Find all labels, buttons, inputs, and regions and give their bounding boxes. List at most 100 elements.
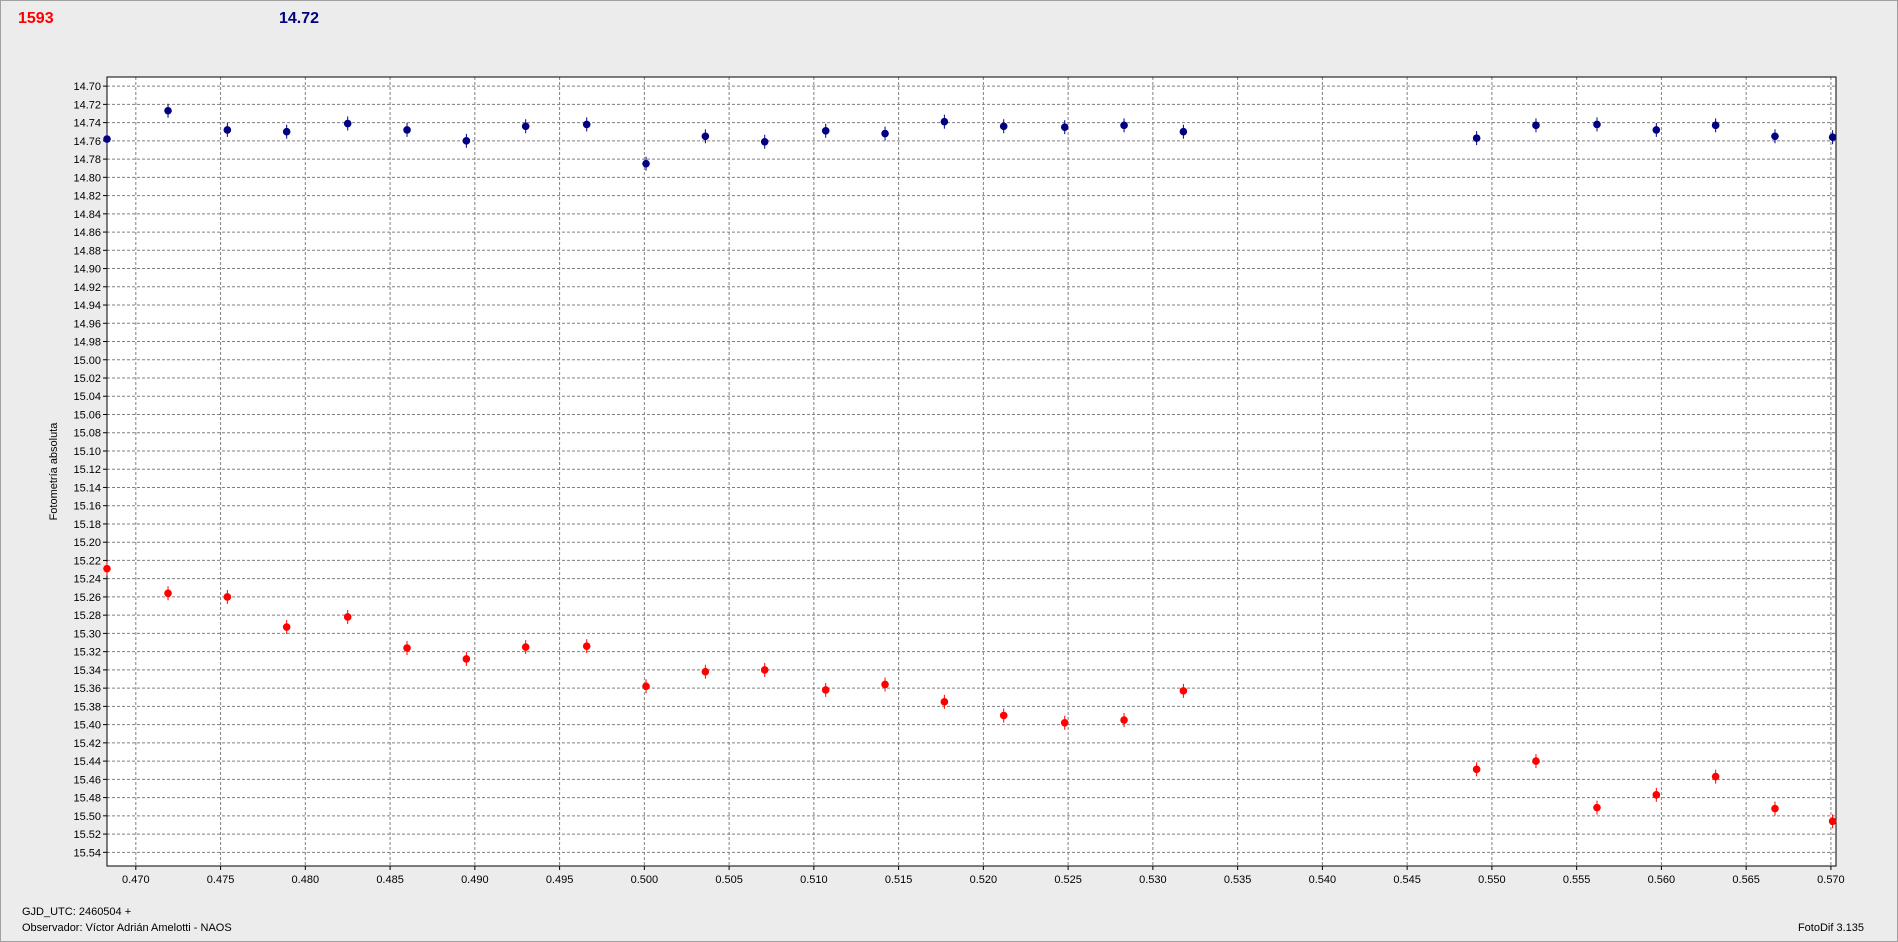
y-tick-label: 14.90 [73,264,101,276]
comparison-star-point [1532,121,1540,130]
y-tick-label: 15.12 [73,464,101,476]
y-tick-label: 15.42 [73,738,101,750]
software-label: FotoDif 3.135 [1797,922,1864,934]
y-tick-label: 15.24 [73,574,101,586]
target-star-point [701,667,710,676]
comparison-star-point [881,129,889,138]
comparison-star-point [1771,132,1779,141]
comparison-star-point [1179,127,1188,136]
y-tick-label: 14.78 [73,154,101,166]
target-star-point [821,686,830,694]
y-tick-label: 15.52 [73,829,101,841]
y-tick-label: 14.86 [73,227,101,239]
comparison-star-point [1472,134,1481,142]
x-tick-label: 0.565 [1732,874,1760,886]
target-star-point [223,593,232,601]
y-tick-label: 14.80 [73,172,101,184]
y-tick-label: 14.70 [73,81,101,93]
y-tick-label: 15.18 [73,519,101,531]
y-tick-label: 15.06 [73,409,101,421]
x-tick-label: 0.490 [461,874,489,886]
target-star-point [1593,803,1601,812]
comparison-star-point [164,106,172,115]
target-star-point [582,642,591,650]
y-tick-label: 15.26 [73,592,101,604]
y-tick-label: 15.16 [73,501,101,513]
y-tick-label: 15.32 [73,647,101,659]
y-tick-label: 15.54 [73,847,101,859]
y-axis-label: Fotometría absoluta [48,422,60,521]
x-tick-label: 0.510 [800,874,828,886]
observer-label: Observador: Víctor Adrián Amelotti - NAO… [22,922,232,934]
comparison-star-point [760,137,769,146]
y-tick-label: 15.30 [73,628,101,640]
target-star-point [103,564,111,573]
y-tick-label: 15.10 [73,446,101,458]
comparison-star-point [1120,121,1128,130]
target-star-point [1532,757,1540,765]
y-tick-label: 15.04 [73,391,101,403]
x-tick-label: 0.570 [1817,874,1845,886]
target-star-point [1711,772,1720,781]
y-tick-label: 15.20 [73,537,101,549]
x-tick-label: 0.485 [376,874,404,886]
y-tick-label: 14.82 [73,191,101,203]
target-star-point [521,643,530,651]
x-tick-label: 0.555 [1563,874,1591,886]
comparison-star-point [582,120,591,129]
target-star-point [760,666,769,674]
y-tick-label: 15.02 [73,373,101,385]
target-star-point [282,623,291,631]
y-tick-label: 15.14 [73,482,101,494]
target-star-point [1120,716,1128,724]
target-star-point [881,680,889,689]
comparison-star-point [1828,133,1837,142]
y-tick-label: 14.74 [73,118,101,130]
y-tick-label: 14.88 [73,245,101,257]
y-tick-label: 15.22 [73,555,101,567]
x-tick-label: 0.535 [1224,874,1252,886]
y-tick-label: 15.34 [73,665,101,677]
y-tick-label: 15.38 [73,701,101,713]
comparison-star-point [521,122,530,131]
y-tick-label: 14.92 [73,282,101,294]
target-star-point [164,589,172,598]
light-curve-chart: 0.470 0.475 0.480 0.485 0.490 0.495 0.500 0.505… [48,76,1845,886]
x-tick-label: 0.515 [885,874,913,886]
y-tick-label: 14.98 [73,337,101,349]
comparison-star-point [940,117,949,126]
x-tick-label: 0.495 [546,874,574,886]
x-tick-label: 0.530 [1139,874,1167,886]
comparison-star-point [999,122,1008,131]
comparison-star-point [1060,123,1069,131]
target-star-point [642,682,650,691]
comparison-star-point [103,135,111,143]
comparison-star-point [642,159,650,168]
comparison-star-point [462,137,471,145]
x-tick-label: 0.475 [207,874,235,886]
x-tick-label: 0.520 [970,874,998,886]
comparison-star-point [403,126,411,134]
target-star-point [1179,687,1188,695]
target-star-point [1771,804,1779,813]
target-star-point [1472,765,1481,774]
target-star-point [403,644,411,652]
x-tick-label: 0.560 [1648,874,1676,886]
target-star-point [1828,817,1837,826]
y-tick-label: 15.48 [73,793,101,805]
gjd-label: GJD_UTC: 2460504 + [22,906,132,918]
target-star-point [1060,718,1069,727]
y-tick-label: 14.76 [73,136,101,148]
y-tick-label: 15.40 [73,720,101,732]
y-tick-label: 15.50 [73,811,101,823]
y-tick-label: 15.44 [73,756,101,768]
comparison-star-point [701,132,710,141]
target-star-point [343,613,352,621]
x-tick-label: 0.540 [1309,874,1337,886]
y-tick-label: 14.84 [73,209,101,221]
x-tick-label: 0.470 [122,874,150,886]
comparison-star-point [1593,120,1601,129]
target-star-point [1652,791,1661,799]
y-tick-label: 14.96 [73,318,101,330]
comparison-star-point [821,127,830,135]
